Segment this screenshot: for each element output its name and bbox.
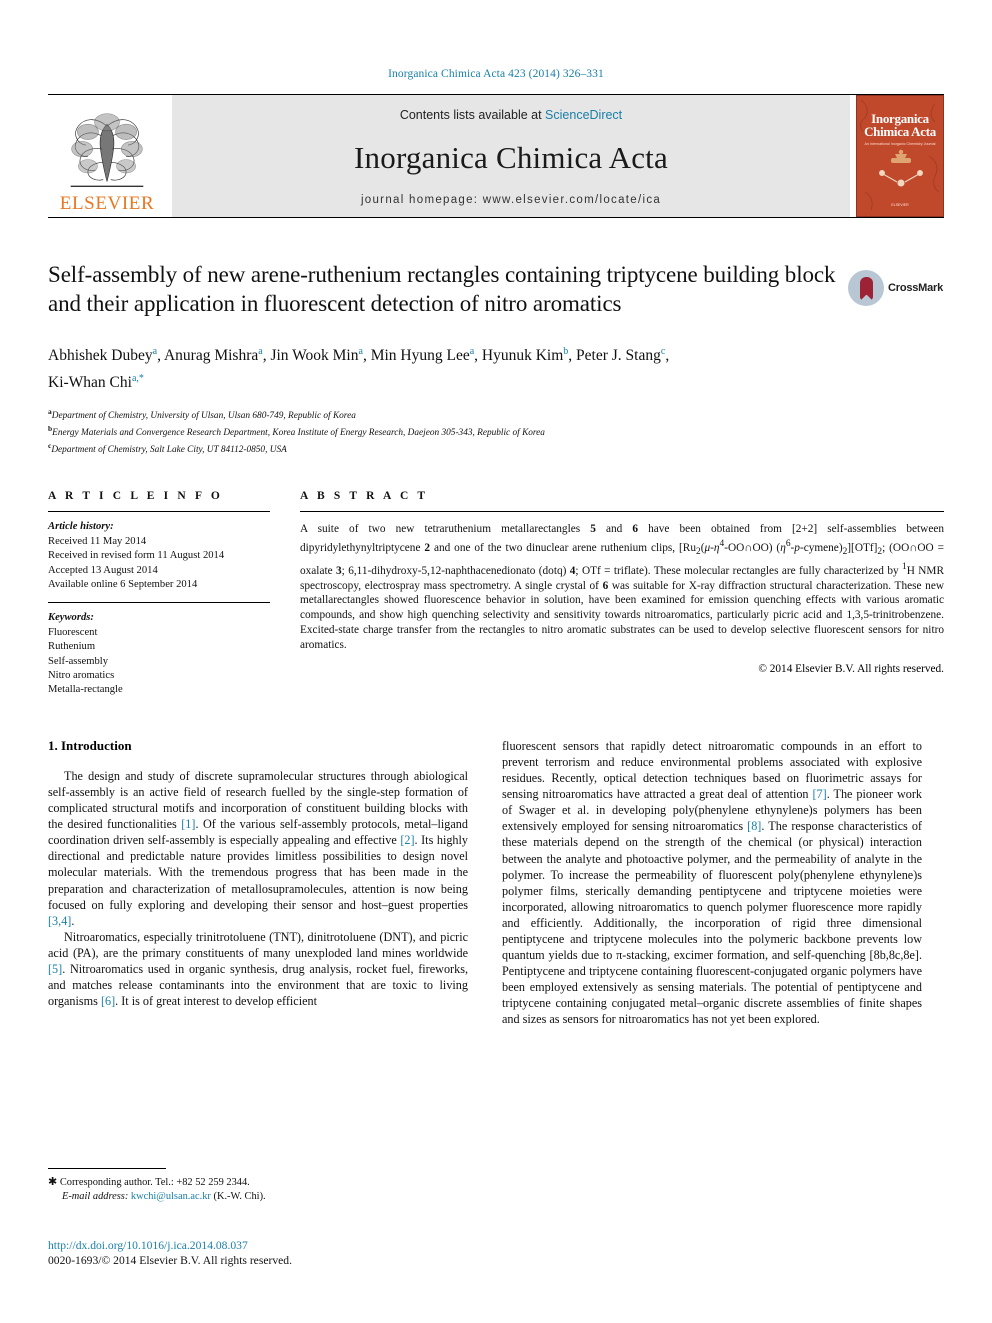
paragraph-2: Nitroaromatics, especially trinitrotolue…: [48, 929, 468, 1009]
elsevier-tree-icon: [70, 113, 144, 187]
cover-subtitle: An International Inorganic Chemistry Jou…: [864, 142, 936, 146]
journal-cover-thumbnail: Inorganica Chimica Acta An International…: [856, 95, 944, 217]
affiliation-b: bEnergy Materials and Convergence Resear…: [48, 424, 545, 439]
body-columns: 1. Introduction The design and study of …: [48, 738, 944, 1168]
paragraph-3: fluorescent sensors that rapidly detect …: [502, 738, 922, 1027]
keyword-0: Fluorescent: [48, 626, 98, 638]
affiliation-a: aDepartment of Chemistry, University of …: [48, 407, 356, 422]
keyword-2: Self-assembly: [48, 655, 109, 667]
title-block: Self-assembly of new arene-ruthenium rec…: [48, 260, 944, 318]
email-owner: (K.-W. Chi).: [213, 1191, 266, 1202]
corresponding-author-line: ✱ Corresponding author. Tel.: +82 52 259…: [48, 1176, 250, 1188]
keyword-4: Metalla-rectangle: [48, 684, 123, 696]
body-column-right: fluorescent sensors that rapidly detect …: [502, 738, 922, 1168]
abstract-text: A suite of two new tetraruthenium metall…: [300, 523, 945, 651]
journal-homepage-link[interactable]: journal homepage: www.elsevier.com/locat…: [361, 194, 661, 206]
affiliation-c-text: Department of Chemistry, Salt Lake City,…: [51, 444, 287, 455]
history-item-3: Available online 6 September 2014: [48, 579, 198, 590]
sciencedirect-link[interactable]: ScienceDirect: [545, 108, 622, 122]
info-abstract-row: A R T I C L E I N F O Article history: R…: [48, 490, 944, 697]
article-info-heading: A R T I C L E I N F O: [48, 490, 223, 503]
paragraph-1: The design and study of discrete supramo…: [48, 768, 468, 928]
bottom-block: http://dx.doi.org/10.1016/j.ica.2014.08.…: [48, 1238, 608, 1268]
crossmark-label: CrossMark: [888, 282, 944, 294]
issn-copyright: 0020-1693/© 2014 Elsevier B.V. All right…: [48, 1254, 292, 1267]
email-link[interactable]: kwchi@ulsan.ac.kr: [131, 1191, 211, 1202]
body-column-left: 1. Introduction The design and study of …: [48, 738, 468, 1168]
affiliation-b-text: Energy Materials and Convergence Researc…: [52, 428, 545, 439]
cover-title: Inorganica Chimica Acta: [857, 112, 943, 138]
journal-masthead: ELSEVIER Contents lists available at Sci…: [48, 94, 944, 218]
author-line-1: Abhishek Dubeya, Anurag Mishraa, Jin Woo…: [48, 346, 670, 365]
elsevier-wordmark: ELSEVIER: [59, 193, 155, 214]
running-head: Inorganica Chimica Acta 423 (2014) 326–3…: [388, 68, 604, 80]
crossmark-badge-group[interactable]: CrossMark: [848, 262, 944, 314]
doi-link[interactable]: http://dx.doi.org/10.1016/j.ica.2014.08.…: [48, 1238, 608, 1253]
history-item-1: Received in revised form 11 August 2014: [48, 550, 225, 562]
contents-prefix: Contents lists available at: [399, 108, 546, 122]
history-item-0: Received 11 May 2014: [48, 535, 147, 547]
author-list: Abhishek Dubeya, Anurag Mishraa, Jin Woo…: [48, 340, 878, 394]
article-history-group: Article history: Received 11 May 2014 Re…: [48, 512, 270, 592]
section-heading-introduction: 1. Introduction: [48, 737, 132, 753]
masthead-center: Contents lists available at ScienceDirec…: [172, 95, 850, 217]
corresponding-author-note: ✱ Corresponding author. Tel.: +82 52 259…: [48, 1175, 468, 1204]
keyword-3: Nitro aromatics: [48, 670, 115, 682]
affiliation-a-text: Department of Chemistry, University of U…: [51, 411, 356, 422]
history-item-2: Accepted 13 August 2014: [48, 564, 158, 576]
affiliation-c: cDepartment of Chemistry, Salt Lake City…: [48, 440, 287, 455]
contents-available-line: Contents lists available at ScienceDirec…: [400, 108, 622, 122]
article-info-column: A R T I C L E I N F O Article history: R…: [48, 490, 270, 697]
page-title: Self-assembly of new arene-ruthenium rec…: [48, 262, 836, 316]
crossmark-icon: [848, 270, 884, 306]
paper-page: Inorganica Chimica Acta 423 (2014) 326–3…: [0, 0, 992, 1323]
keywords-label: Keywords:: [48, 612, 94, 624]
elsevier-logo: ELSEVIER: [48, 95, 166, 217]
cover-publisher: ELSEVIER: [891, 203, 909, 207]
email-label: E-mail address:: [62, 1191, 129, 1202]
footnote-rule: [48, 1168, 166, 1169]
footnote-block: ✱ Corresponding author. Tel.: +82 52 259…: [48, 1168, 468, 1204]
cover-title-line2: Chimica Acta: [864, 124, 936, 139]
intro-right-text: fluorescent sensors that rapidly detect …: [502, 738, 922, 1028]
abstract-column: A B S T R A C T A suite of two new tetra…: [300, 490, 944, 697]
journal-title: Inorganica Chimica Acta: [354, 140, 668, 175]
affiliation-list: aDepartment of Chemistry, University of …: [48, 406, 944, 456]
intro-left-text: The design and study of discrete supramo…: [48, 768, 468, 1009]
keywords-group: Keywords: Fluorescent Ruthenium Self-ass…: [48, 603, 270, 697]
author-line-2: Ki-Whan Chia,*: [48, 373, 144, 392]
email-line: E-mail address: kwchi@ulsan.ac.kr (K.-W.…: [48, 1190, 468, 1204]
abstract-heading: A B S T R A C T: [300, 490, 429, 503]
article-history-label: Article history:: [48, 521, 114, 533]
keyword-1: Ruthenium: [48, 641, 96, 653]
abstract-copyright: © 2014 Elsevier B.V. All rights reserved…: [758, 662, 944, 675]
